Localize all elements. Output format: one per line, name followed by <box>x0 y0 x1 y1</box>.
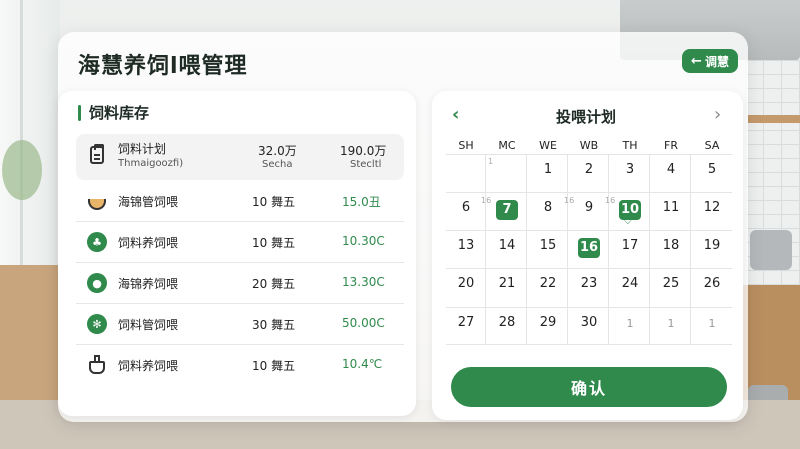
mini-label: 16 <box>605 196 616 205</box>
inventory-title-text: 饲料库存 <box>89 104 150 122</box>
summary-value-2-label: Stecltl <box>350 159 382 170</box>
weekday-label: TH <box>622 139 638 152</box>
background-pot <box>750 230 792 270</box>
calendar-day[interactable]: 25 <box>651 276 691 291</box>
row-quantity: 10 舞五 <box>252 195 296 209</box>
calendar-day[interactable]: 13 <box>446 238 486 253</box>
row-quantity: 10 舞五 <box>252 359 296 373</box>
leaf-badge-icon: ♣ <box>86 231 108 253</box>
calendar-day[interactable]: 18 <box>651 238 691 253</box>
row-name: 海锦养饲喂 <box>118 277 179 291</box>
calendar-day[interactable]: 1 <box>651 317 691 330</box>
calendar-day[interactable]: 30 <box>569 315 609 330</box>
summary-value-2: 190.0万 <box>340 144 387 158</box>
calendar-day[interactable]: 24 <box>610 276 650 291</box>
row-quantity: 10 舞五 <box>252 236 296 250</box>
summary-value-1: 32.0万 <box>258 144 297 158</box>
mini-label: 1 <box>488 157 494 166</box>
inventory-title: 饲料库存 <box>78 102 149 123</box>
calendar-day[interactable]: 15 <box>528 238 568 253</box>
calendar-day[interactable]: 23 <box>569 276 609 291</box>
calendar-day[interactable]: 9 <box>569 200 609 215</box>
calendar-day[interactable]: 28 <box>487 315 527 330</box>
calendar-day[interactable]: 26 <box>692 276 732 291</box>
calendar-day[interactable]: 1 <box>692 317 732 330</box>
weekday-label: FR <box>664 139 678 152</box>
calendar-day[interactable]: 1 <box>610 317 650 330</box>
calendar-day[interactable]: 1 <box>528 162 568 177</box>
row-quantity: 30 舞五 <box>252 318 296 332</box>
calendar-day[interactable]: 27 <box>446 315 486 330</box>
row-value: 50.00C <box>342 316 385 330</box>
top-action-button[interactable]: ← 调慧 <box>682 49 738 73</box>
summary-subtitle: Thmaigoozfi) <box>118 158 184 169</box>
table-row[interactable]: ● 海锦养饲喂 20 舞五 13.30C <box>76 263 404 304</box>
weekday-label: SA <box>704 139 720 152</box>
row-value: 10.4℃ <box>342 357 383 371</box>
calendar-day[interactable]: 4 <box>651 162 691 177</box>
table-row[interactable]: 海锦管饲喂 10 舞五 15.0丑 <box>76 181 404 222</box>
clipboard-icon <box>90 144 104 164</box>
calendar-day[interactable]: 22 <box>528 276 568 291</box>
row-value: 13.30C <box>342 275 385 289</box>
row-name: 饲料管饲喂 <box>118 318 179 332</box>
calendar-title: 投喂计划 <box>556 108 617 126</box>
calendar-day[interactable]: 29 <box>528 315 568 330</box>
summary-name: 饲料计划 <box>118 142 167 156</box>
row-value: 10.30C <box>342 234 385 248</box>
page-title: 海慧养饲l喂管理 <box>78 54 248 79</box>
row-name: 饲料养饲喂 <box>118 236 179 250</box>
calendar-day[interactable]: 16 <box>569 238 609 258</box>
weekday-label: SH <box>458 139 474 152</box>
background-shelf <box>748 115 800 123</box>
row-name: 海锦管饲喂 <box>118 195 179 209</box>
calendar-day[interactable]: 14 <box>487 238 527 253</box>
calendar-day[interactable]: 6 <box>446 200 486 215</box>
chevron-right-icon[interactable]: › <box>714 104 721 125</box>
inventory-summary-row[interactable]: 饲料计划 Thmaigoozfi) 32.0万 Secha 190.0万 Ste… <box>76 134 404 180</box>
flask-icon <box>86 354 108 376</box>
summary-value-1-label: Secha <box>262 159 293 170</box>
grid-line <box>446 344 732 345</box>
gear-badge-icon: ✻ <box>86 313 108 335</box>
title-accent-bar <box>78 104 81 121</box>
calendar-day[interactable]: 3 <box>610 162 650 177</box>
location-pin-icon: ● <box>86 272 108 294</box>
table-row[interactable]: 饲料养饲喂 10 舞五 10.4℃ <box>76 345 404 385</box>
calendar-day[interactable]: 8 <box>528 200 568 215</box>
calendar-day[interactable]: 19 <box>692 238 732 253</box>
calendar-day[interactable]: 5 <box>692 162 732 177</box>
weekday-label: WB <box>579 139 599 152</box>
table-row[interactable]: ✻ 饲料管饲喂 30 舞五 50.00C <box>76 304 404 345</box>
weekday-label: MC <box>498 139 516 152</box>
chevron-left-icon[interactable]: ‹ <box>452 104 459 125</box>
food-bowl-icon <box>86 190 108 212</box>
confirm-button[interactable]: 确认 <box>451 367 727 407</box>
calendar-day[interactable]: 12 <box>692 200 732 215</box>
background-plant <box>2 140 42 200</box>
chevron-down-icon: ⌵ <box>624 216 632 227</box>
calendar-day[interactable]: 20 <box>446 276 486 291</box>
row-value: 15.0丑 <box>342 195 381 209</box>
top-action-label: 调慧 <box>704 54 729 69</box>
calendar-day[interactable]: 2 <box>569 162 609 177</box>
background-tiles <box>745 60 800 320</box>
mini-label: 16 <box>564 196 575 205</box>
calendar-day[interactable]: 11 <box>651 200 691 215</box>
calendar-day[interactable]: 17 <box>610 238 650 253</box>
arrow-left-icon: ← <box>691 53 702 69</box>
calendar-day[interactable]: 21 <box>487 276 527 291</box>
row-name: 饲料养饲喂 <box>118 359 179 373</box>
row-quantity: 20 舞五 <box>252 277 296 291</box>
mini-label: 16 <box>481 196 492 205</box>
calendar-day[interactable]: 7 <box>487 200 527 220</box>
table-row[interactable]: ♣ 饲料养饲喂 10 舞五 10.30C <box>76 222 404 263</box>
weekday-label: WE <box>539 139 557 152</box>
